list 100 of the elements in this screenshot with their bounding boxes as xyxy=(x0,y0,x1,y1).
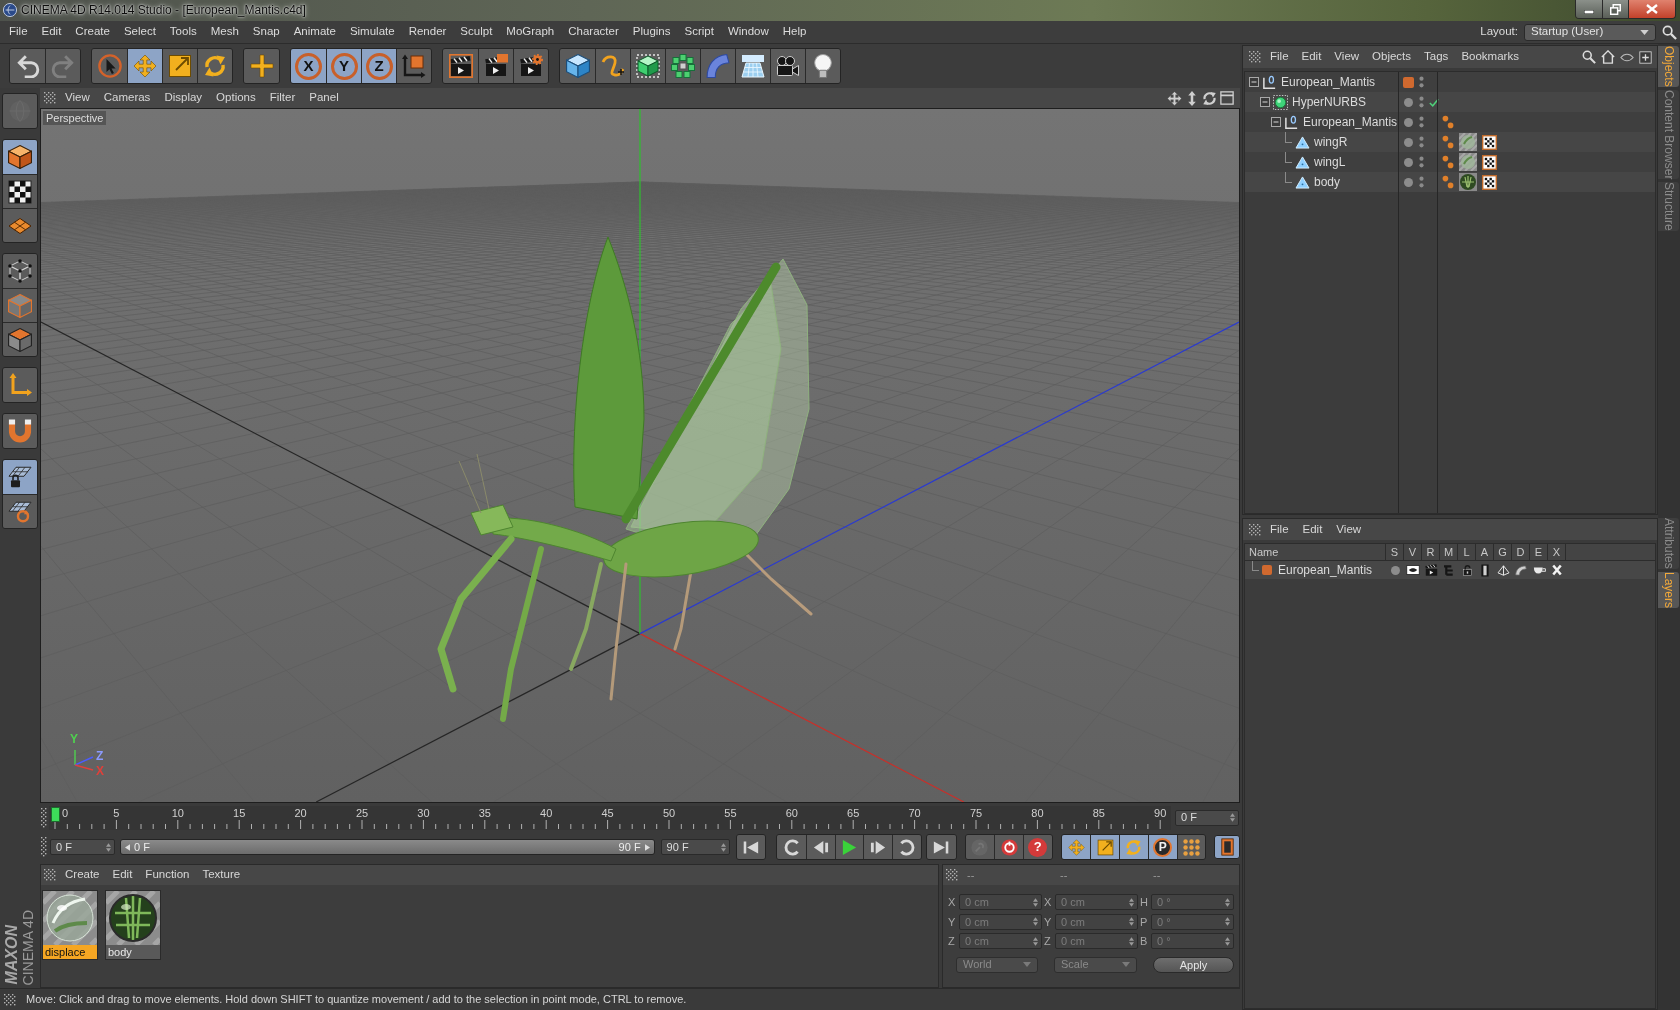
current-frame-field[interactable]: 0 F xyxy=(1175,809,1239,826)
previous-key-button[interactable] xyxy=(777,835,806,859)
rotate-tool-button[interactable] xyxy=(197,49,232,83)
restore-button[interactable] xyxy=(1603,0,1629,18)
menu-item[interactable]: Tags xyxy=(1424,48,1449,66)
home-button[interactable] xyxy=(1601,50,1615,64)
axis-lock-button[interactable]: X xyxy=(291,49,326,83)
apply-button[interactable]: Apply xyxy=(1153,956,1234,973)
go-to-start-button[interactable] xyxy=(736,835,766,859)
menu-item[interactable]: Edit xyxy=(1302,520,1323,539)
render-view-button[interactable] xyxy=(443,49,478,83)
points-mode-button[interactable] xyxy=(3,254,37,288)
workplane-mode-button[interactable] xyxy=(3,208,37,242)
menu-item[interactable]: Bookmarks xyxy=(1461,48,1519,66)
autokey-button[interactable] xyxy=(994,835,1023,859)
close-button[interactable] xyxy=(1629,0,1675,18)
menu-item[interactable]: Character xyxy=(568,23,619,41)
frame-range-slider[interactable]: 0 F 90 F xyxy=(120,839,655,855)
floor-button[interactable] xyxy=(735,49,770,83)
menu-item[interactable]: Filter xyxy=(269,89,296,107)
minimize-button[interactable] xyxy=(1576,0,1603,18)
object-row[interactable]: HyperNURBS xyxy=(1245,92,1655,112)
magnet-button[interactable] xyxy=(3,414,37,448)
render-settings-button[interactable] xyxy=(513,49,548,83)
scale-tool-button[interactable] xyxy=(162,49,197,83)
menu-item[interactable]: MoGraph xyxy=(506,23,555,41)
menu-item[interactable]: Select xyxy=(123,23,156,41)
next-key-button[interactable] xyxy=(892,835,921,859)
object-name[interactable]: wingL xyxy=(1314,153,1346,171)
model-mode-button[interactable] xyxy=(3,140,37,174)
visibility-button[interactable] xyxy=(1620,52,1634,62)
timeline-button[interactable] xyxy=(1214,835,1240,859)
menu-item[interactable]: Sculpt xyxy=(460,23,493,41)
polygons-mode-button[interactable] xyxy=(3,322,37,356)
menu-item[interactable]: Simulate xyxy=(349,23,395,41)
undo-button[interactable] xyxy=(10,49,45,83)
panel-tab[interactable]: Objects xyxy=(1658,46,1679,87)
playhead-marker[interactable] xyxy=(51,806,60,822)
menu-item[interactable]: File xyxy=(1270,48,1289,66)
menu-item[interactable]: File xyxy=(9,23,28,41)
menu-item[interactable]: Edit xyxy=(41,23,62,41)
orbit-view-button[interactable] xyxy=(1202,90,1217,106)
timeline-ruler[interactable]: 0 5 10 15 20 25 30 35 40 45 50 55 60 65 70 75 80 85 90 xyxy=(49,805,1171,830)
menu-item[interactable]: Plugins xyxy=(632,23,671,41)
material-item[interactable]: body xyxy=(105,890,161,960)
maximize-view-button[interactable] xyxy=(1220,91,1234,105)
go-to-end-button[interactable] xyxy=(926,835,956,859)
coordinate-system-button[interactable] xyxy=(396,49,431,83)
move-tool-button[interactable] xyxy=(127,49,162,83)
render-button[interactable] xyxy=(478,49,513,83)
next-frame-button[interactable] xyxy=(863,835,893,859)
menu-item[interactable]: View xyxy=(1334,48,1360,66)
end-frame-field[interactable]: 90 F xyxy=(660,839,730,855)
menu-item[interactable]: Panel xyxy=(309,89,339,107)
menu-item[interactable]: Edit xyxy=(112,866,133,884)
menu-item[interactable]: View xyxy=(65,89,90,107)
selection-tool-button[interactable] xyxy=(92,49,127,83)
menu-item[interactable]: Cameras xyxy=(103,89,151,107)
object-name[interactable]: wingR xyxy=(1314,133,1348,151)
play-button[interactable] xyxy=(834,835,864,859)
start-frame-field[interactable]: 0 F xyxy=(50,839,115,855)
pan-view-button[interactable] xyxy=(1167,90,1182,106)
grid-snap-button[interactable] xyxy=(3,494,37,528)
menu-item[interactable]: Mesh xyxy=(210,23,239,41)
light-button[interactable] xyxy=(805,49,840,83)
snap-button[interactable] xyxy=(3,460,37,494)
object-name[interactable]: body xyxy=(1314,173,1341,191)
object-row[interactable]: body xyxy=(1245,172,1655,192)
search-button[interactable] xyxy=(1582,50,1596,64)
layer-name[interactable]: European_Mantis xyxy=(1278,561,1373,579)
menu-item[interactable]: Objects xyxy=(1372,48,1412,66)
menu-item[interactable]: Animate xyxy=(293,23,336,41)
object-name[interactable]: HyperNURBS xyxy=(1292,93,1366,111)
menu-item[interactable]: Display xyxy=(164,89,203,107)
menu-item[interactable]: Texture xyxy=(202,866,241,884)
edges-mode-button[interactable] xyxy=(3,288,37,322)
object-name[interactable]: European_Mantis xyxy=(1303,113,1398,131)
menu-item[interactable]: Help xyxy=(782,23,807,41)
deformer-button[interactable] xyxy=(700,49,735,83)
menu-item[interactable]: View xyxy=(1336,520,1362,539)
subdivision-button[interactable] xyxy=(630,49,665,83)
panel-tab[interactable]: Layers xyxy=(1658,571,1679,608)
parameter-track-button[interactable]: P xyxy=(1147,835,1177,859)
menu-item[interactable]: Tools xyxy=(169,23,197,41)
menu-item[interactable]: Snap xyxy=(252,23,280,41)
layout-dropdown[interactable]: Startup (User) xyxy=(1524,23,1656,41)
menu-item[interactable]: Edit xyxy=(1301,48,1322,66)
menu-item[interactable]: Options xyxy=(216,89,256,107)
previous-frame-button[interactable] xyxy=(806,835,835,859)
menu-item[interactable]: Script xyxy=(684,23,714,41)
camera-button[interactable] xyxy=(770,49,805,83)
cloner-button[interactable] xyxy=(665,49,700,83)
menu-item[interactable]: Function xyxy=(145,866,190,884)
keyframe-selection-button[interactable]: ? xyxy=(1023,835,1052,859)
menu-item[interactable]: Render xyxy=(408,23,447,41)
material-item[interactable]: displace xyxy=(42,890,98,960)
axis-lock-button[interactable]: Z xyxy=(361,49,396,83)
axis-mode-button[interactable] xyxy=(3,368,37,402)
object-name[interactable]: European_Mantis xyxy=(1281,73,1376,91)
menu-item[interactable]: Window xyxy=(727,23,769,41)
